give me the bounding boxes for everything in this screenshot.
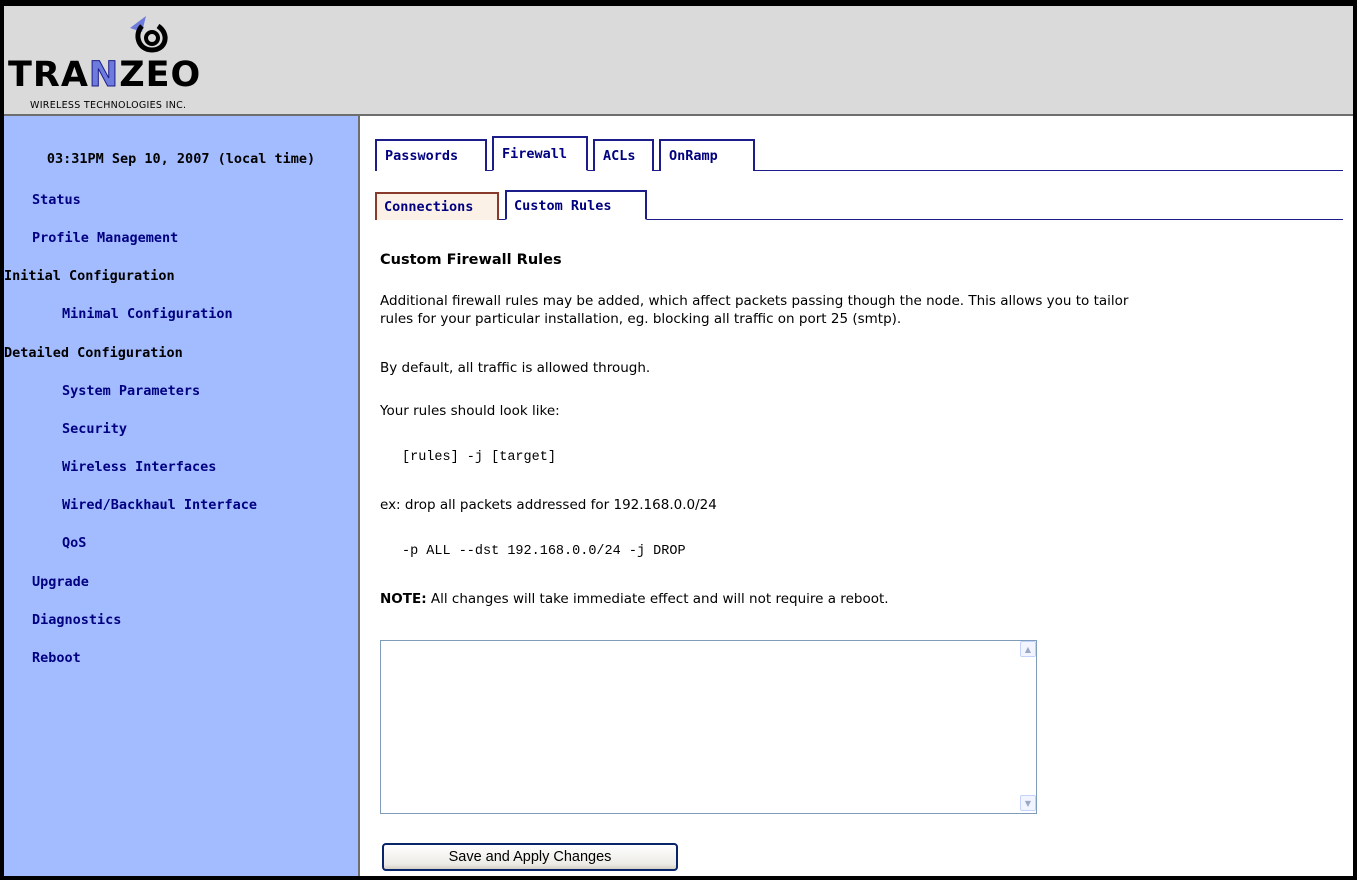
local-time-clock: 03:31PM Sep 10, 2007 (local time) <box>46 151 316 167</box>
main-content: Passwords Firewall ACLs OnRamp Connectio… <box>360 116 1353 876</box>
nav-qos[interactable]: QoS <box>62 535 86 551</box>
description-line-1: Additional firewall rules may be added, … <box>380 293 1129 309</box>
nav-security[interactable]: Security <box>62 421 127 437</box>
page-title: Custom Firewall Rules <box>380 252 562 268</box>
app-window: TRANZEO WIRELESS TECHNOLOGIES INC. 03:31… <box>4 6 1353 876</box>
example-description: ex: drop all packets addressed for 192.1… <box>380 497 717 513</box>
nav-wired-backhaul-interface[interactable]: Wired/Backhaul Interface <box>62 497 257 513</box>
nav-section-detailed-configuration: Detailed Configuration <box>4 345 183 361</box>
tab-acls[interactable]: ACLs <box>593 139 654 171</box>
header: TRANZEO WIRELESS TECHNOLOGIES INC. <box>4 6 1353 116</box>
rules-format-intro: Your rules should look like: <box>380 403 560 419</box>
logo-subtitle: WIRELESS TECHNOLOGIES INC. <box>30 100 187 111</box>
subtab-connections[interactable]: Connections <box>375 192 499 220</box>
tranzeo-logo: TRANZEO WIRELESS TECHNOLOGIES INC. <box>8 14 288 114</box>
example-rule: -p ALL --dst 192.168.0.0/24 -j DROP <box>402 544 686 559</box>
nav-reboot[interactable]: Reboot <box>32 650 81 666</box>
main-tab-bar: Passwords Firewall ACLs OnRamp <box>375 134 1343 171</box>
nav-upgrade[interactable]: Upgrade <box>32 574 89 590</box>
tab-firewall[interactable]: Firewall <box>492 136 588 171</box>
nav-diagnostics[interactable]: Diagnostics <box>32 612 121 628</box>
custom-rules-textarea[interactable] <box>380 640 1037 814</box>
nav-wireless-interfaces[interactable]: Wireless Interfaces <box>62 459 216 475</box>
sidebar: 03:31PM Sep 10, 2007 (local time) Status… <box>4 116 360 876</box>
nav-status[interactable]: Status <box>32 192 81 208</box>
note-text: NOTE: All changes will take immediate ef… <box>380 590 1348 608</box>
logo-wordmark: TRANZEO <box>8 55 202 95</box>
tab-onramp[interactable]: OnRamp <box>659 139 755 171</box>
tab-passwords[interactable]: Passwords <box>375 139 487 171</box>
nav-profile-management[interactable]: Profile Management <box>32 230 178 246</box>
note-label: NOTE: <box>380 591 427 607</box>
logo-swirl-icon <box>130 16 168 53</box>
rules-format-example: [rules] -j [target] <box>402 450 556 465</box>
description-line-2: rules for your particular installation, … <box>380 311 902 327</box>
nav-minimal-configuration[interactable]: Minimal Configuration <box>62 306 233 322</box>
note-body: All changes will take immediate effect a… <box>430 591 889 607</box>
save-and-apply-button[interactable]: Save and Apply Changes <box>382 843 678 871</box>
nav-system-parameters[interactable]: System Parameters <box>62 383 200 399</box>
nav-section-initial-configuration: Initial Configuration <box>4 268 175 284</box>
subtab-custom-rules[interactable]: Custom Rules <box>505 190 647 220</box>
default-policy-text: By default, all traffic is allowed throu… <box>380 360 651 376</box>
sub-tab-bar: Connections Custom Rules <box>375 187 1343 220</box>
description-paragraph: Additional firewall rules may be added, … <box>380 292 1348 328</box>
